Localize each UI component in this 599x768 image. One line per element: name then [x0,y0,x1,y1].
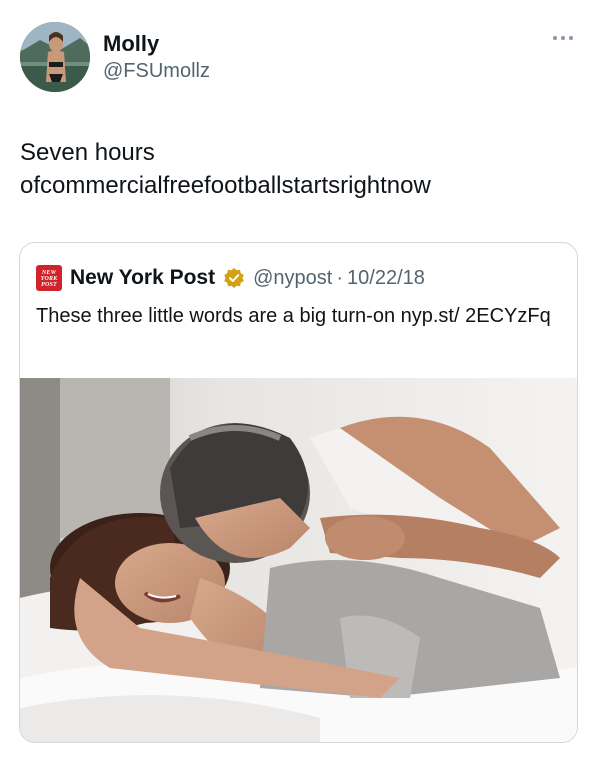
tweet-text: Seven hours ofcommercialfreefootballstar… [20,139,431,199]
new-york-post-logo-icon[interactable]: NEW YORK POST [36,265,62,291]
meta-separator: · [336,266,344,289]
more-options-icon[interactable] [548,28,578,48]
quoted-tweet-header: NEW YORK POST New York Post @nypost · 10… [36,263,425,293]
svg-text:POST: POST [41,282,57,288]
couple-photo-icon [20,378,577,742]
author-avatar[interactable] [20,22,90,92]
quoted-tweet-text: These three little words are a big turn-… [36,305,551,327]
author-handle[interactable]: @FSUmollz [103,60,210,83]
quoted-date[interactable]: 10/22/18 [347,267,425,290]
author-name[interactable]: Molly [103,31,159,57]
quoted-tweet-photo[interactable] [20,378,577,742]
quoted-author-name[interactable]: New York Post [70,266,215,290]
avatar-photo-icon [20,22,90,92]
verified-badge-icon [224,268,244,288]
quoted-handle[interactable]: @nypost [253,267,332,290]
quoted-tweet-card[interactable]: NEW YORK POST New York Post @nypost · 10… [19,242,578,743]
